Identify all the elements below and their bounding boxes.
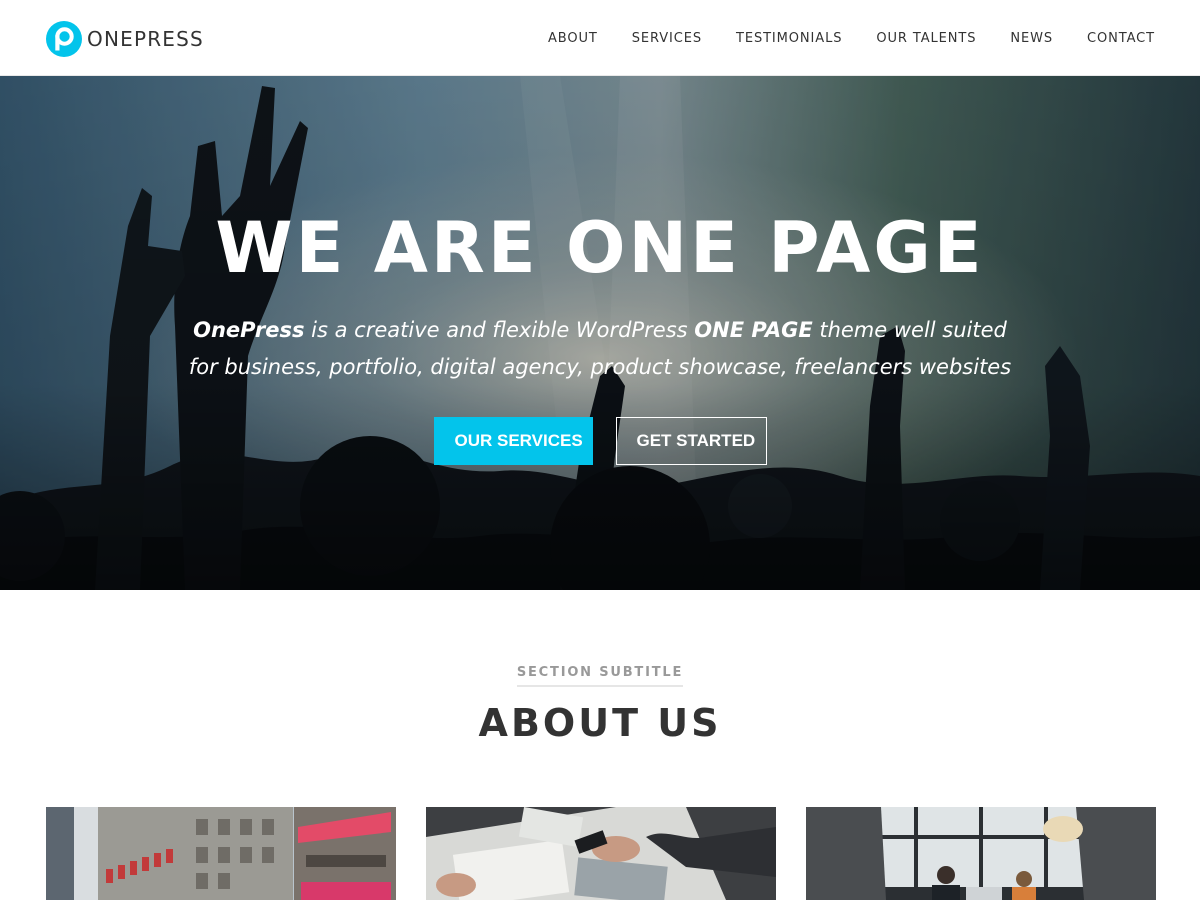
nav-item-our-talents[interactable]: OUR TALENTS <box>876 31 976 46</box>
about-cards <box>46 807 1156 900</box>
main-nav: ABOUT SERVICES TESTIMONIALS OUR TALENTS … <box>514 0 1155 76</box>
about-card-1[interactable] <box>46 807 396 900</box>
section-subtitle-text: SECTION SUBTITLE <box>516 665 684 687</box>
p-circle-logo-icon <box>46 21 82 57</box>
nav-item-testimonials[interactable]: TESTIMONIALS <box>736 31 842 46</box>
city-building-photo <box>46 807 396 900</box>
site-logo[interactable]: ONEPRESS <box>46 20 204 58</box>
hero-description: OnePress is a creative and flexible Word… <box>150 312 1050 386</box>
about-section-title: ABOUT US <box>478 701 722 745</box>
office-meeting-photo <box>806 807 1156 900</box>
hero-text-emphasis: ONE PAGE <box>694 318 813 342</box>
about-card-2[interactable] <box>426 807 776 900</box>
about-card-3[interactable] <box>806 807 1156 900</box>
nav-item-contact[interactable]: CONTACT <box>1087 31 1155 46</box>
site-header: ONEPRESS ABOUT SERVICES TESTIMONIALS OUR… <box>0 0 1200 76</box>
hero-text-part1: is a creative and flexible WordPress <box>304 318 695 342</box>
hero-title: WE ARE ONE PAGE <box>215 207 985 289</box>
hero-buttons: OUR SERVICES GET STARTED <box>0 417 1200 465</box>
hero-brand-name: OnePress <box>193 318 305 342</box>
our-services-button[interactable]: OUR SERVICES <box>433 417 593 465</box>
hero-text-part2: theme well suited <box>812 318 1007 342</box>
get-started-button[interactable]: GET STARTED <box>615 417 767 465</box>
hero-text-line2: for business, portfolio, digital agency,… <box>188 355 1012 379</box>
logo-text: ONEPRESS <box>87 27 204 51</box>
hero-section: WE ARE ONE PAGE OnePress is a creative a… <box>0 76 1200 590</box>
about-section-subtitle: SECTION SUBTITLE <box>0 663 1200 687</box>
desk-paperwork-photo <box>426 807 776 900</box>
nav-item-services[interactable]: SERVICES <box>632 31 702 46</box>
nav-item-news[interactable]: NEWS <box>1010 31 1053 46</box>
nav-item-about[interactable]: ABOUT <box>548 31 598 46</box>
